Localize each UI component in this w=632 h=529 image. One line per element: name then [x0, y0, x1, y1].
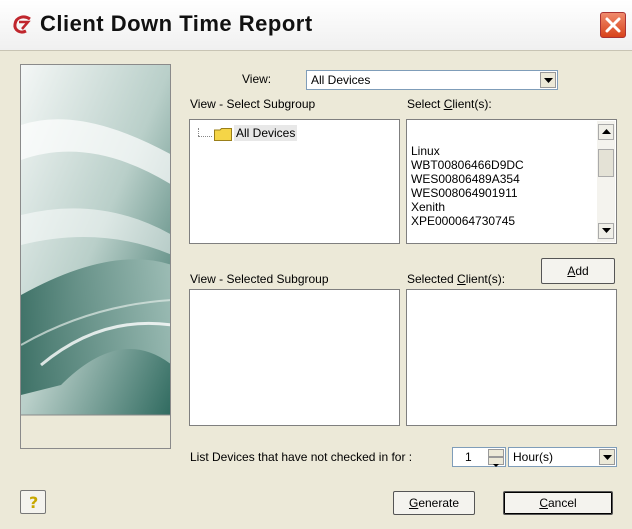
- time-unit-dropdown-button[interactable]: [599, 449, 615, 465]
- abstract-graphic: [21, 65, 170, 448]
- spinner-down-button[interactable]: [488, 457, 504, 467]
- subgroup-tree[interactable]: All Devices: [189, 119, 400, 244]
- spinner-arrows[interactable]: [488, 449, 504, 467]
- close-button[interactable]: [600, 12, 626, 38]
- client-list-item[interactable]: XPE000064730745: [411, 214, 515, 228]
- chevron-down-icon: [544, 78, 553, 83]
- scroll-thumb[interactable]: [598, 149, 614, 177]
- selected-subgroup-label: View - Selected Subgroup: [190, 272, 329, 286]
- chevron-down-icon: [493, 464, 499, 467]
- generate-button[interactable]: Generate: [393, 491, 475, 515]
- client-list-scrollbar[interactable]: [597, 121, 615, 242]
- report-dialog: Client Down Time Report View: All Device…: [0, 0, 632, 529]
- tree-node-all-devices[interactable]: All Devices: [234, 125, 298, 141]
- selected-clients-label-mnemonic: C: [457, 272, 466, 286]
- generate-button-mnemonic: G: [408, 496, 419, 510]
- time-unit-value: Hour(s): [513, 450, 554, 464]
- client-list-item[interactable]: WBT00806466D9DC: [411, 158, 524, 172]
- select-clients-label-pre: Select: [407, 97, 444, 111]
- close-icon: [605, 17, 621, 33]
- cancel-button-rest: ancel: [547, 496, 577, 510]
- app-logo-icon: [13, 15, 31, 34]
- spinner-up-button[interactable]: [488, 449, 504, 460]
- window-title: Client Down Time Report: [40, 11, 313, 36]
- select-clients-label-post: lient(s):: [452, 97, 492, 111]
- time-unit-select[interactable]: Hour(s): [508, 447, 617, 467]
- client-list-item[interactable]: WES008064901911: [411, 186, 518, 200]
- client-list[interactable]: Linux WBT00806466D9DC WES00806489A354 WE…: [406, 119, 617, 244]
- add-button-rest: dd: [575, 264, 589, 278]
- client-list-item[interactable]: WES00806489A354: [411, 172, 520, 186]
- title-bar: Client Down Time Report: [0, 0, 632, 51]
- chevron-down-icon: [603, 455, 612, 460]
- selected-clients-label-post: lient(s):: [465, 272, 506, 286]
- selected-clients-label: Selected Client(s):: [407, 272, 505, 286]
- generate-button-rest: enerate: [418, 496, 460, 510]
- view-label: View:: [242, 72, 272, 86]
- selected-clients-list[interactable]: [406, 289, 617, 426]
- selected-subgroup-list[interactable]: [189, 289, 400, 426]
- scroll-up-button[interactable]: [598, 124, 614, 140]
- select-subgroup-label: View - Select Subgroup: [190, 97, 316, 111]
- selected-clients-label-pre: Selected: [407, 272, 458, 286]
- chevron-down-icon: [602, 228, 611, 233]
- client-list-item[interactable]: Xenith: [411, 200, 445, 214]
- chevron-up-icon: [602, 129, 611, 134]
- tree-connector: [198, 128, 199, 136]
- select-clients-label: Select Client(s):: [407, 97, 492, 111]
- view-select[interactable]: All Devices: [306, 70, 558, 90]
- view-select-value: All Devices: [311, 73, 371, 87]
- cancel-button[interactable]: Cancel: [503, 491, 613, 515]
- list-devices-label: List Devices that have not checked in fo…: [190, 450, 413, 464]
- help-button[interactable]: ?: [20, 490, 46, 514]
- hours-spinner[interactable]: 1: [452, 447, 506, 467]
- tree-connector: [198, 136, 212, 137]
- client-list-item[interactable]: Linux: [411, 144, 440, 158]
- decorative-side-image: [20, 64, 171, 449]
- hours-spinner-value: 1: [465, 450, 472, 464]
- help-question-icon: ?: [29, 493, 39, 512]
- view-dropdown-button[interactable]: [540, 72, 556, 88]
- cancel-button-mnemonic: C: [539, 496, 548, 510]
- add-button[interactable]: Add: [541, 258, 615, 284]
- scroll-down-button[interactable]: [598, 223, 614, 239]
- folder-icon: [214, 128, 232, 141]
